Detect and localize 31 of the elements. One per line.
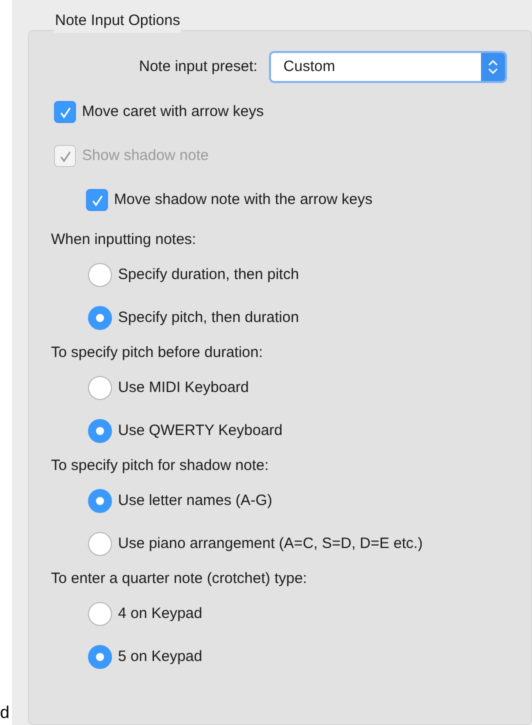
section-heading: To specify pitch before duration: — [51, 343, 264, 363]
checkmark-icon — [58, 150, 72, 162]
radio-label: Specify duration, then pitch — [118, 264, 299, 285]
radio-label: 5 on Keypad — [118, 646, 202, 667]
section-heading: To enter a quarter note (crotchet) type: — [51, 569, 308, 589]
preset-label: Note input preset: — [139, 56, 258, 77]
cut-off-text: d — [0, 704, 10, 721]
radio-button[interactable] — [88, 602, 112, 626]
checkbox-label: Show shadow note — [82, 146, 209, 166]
checkbox[interactable] — [54, 101, 76, 123]
radio-button[interactable] — [88, 263, 112, 287]
preset-dropdown[interactable]: Custom — [269, 51, 508, 83]
section-heading: When inputting notes: — [51, 230, 198, 250]
radio-button[interactable] — [88, 489, 112, 513]
radio-label: Use letter names (A-G) — [118, 490, 272, 511]
stepper-arrows-icon — [487, 58, 500, 76]
radio-button[interactable] — [88, 532, 112, 556]
radio-button[interactable] — [88, 376, 112, 400]
radio-label: Use MIDI Keyboard — [118, 378, 249, 398]
radio-button[interactable] — [88, 306, 112, 330]
radio-label: Use piano arrangement (A=C, S=D, D=E etc.) — [118, 534, 423, 554]
radio-label: Use QWERTY Keyboard — [118, 420, 283, 441]
checkbox-label: Move shadow note with the arrow keys — [114, 190, 372, 210]
radio-button[interactable] — [88, 419, 112, 443]
radio-label: Specify pitch, then duration — [118, 308, 299, 328]
checkbox-label: Move caret with arrow keys — [82, 102, 264, 122]
checkmark-icon — [58, 106, 72, 118]
radio-label: 4 on Keypad — [118, 604, 202, 624]
checkmark-icon — [90, 194, 104, 206]
radio-button[interactable] — [88, 645, 112, 669]
section-heading: To specify pitch for shadow note: — [51, 456, 270, 476]
